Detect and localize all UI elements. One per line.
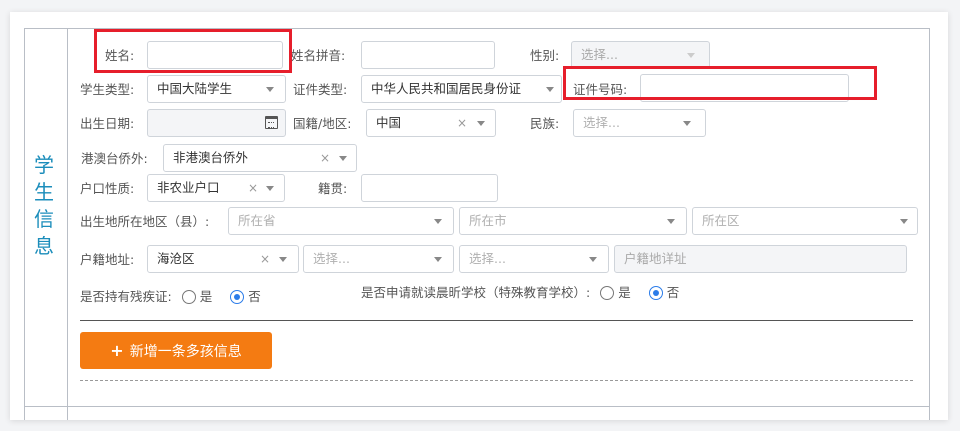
birthplace-city-placeholder: 所在市 — [469, 213, 507, 228]
nationality-value: 中国 — [376, 115, 402, 130]
gender-label: 性别: — [530, 48, 560, 63]
ethnicity-select[interactable]: 选择... — [573, 109, 706, 137]
chevron-down-icon — [667, 219, 675, 224]
chevron-down-icon — [900, 219, 908, 224]
clear-icon[interactable]: × — [320, 145, 330, 171]
disability-yes-radio[interactable] — [181, 290, 196, 304]
section-divider — [80, 320, 913, 321]
hukou-address-select-3-placeholder: 选择... — [469, 251, 506, 266]
hukou-address-select-3[interactable]: 选择... — [459, 245, 609, 273]
special-school-no-radio[interactable] — [648, 286, 663, 300]
add-child-label: 新增一条多孩信息 — [129, 344, 242, 360]
section-title: 学 生 信 息 — [28, 152, 60, 260]
highlight-box-name — [94, 29, 292, 73]
special-school-yes-radio[interactable] — [600, 286, 615, 300]
id-type-select[interactable]: 中华人民共和国居民身份证 — [361, 75, 562, 103]
section-title-char: 息 — [34, 234, 54, 258]
birthplace-district-placeholder: 所在区 — [702, 213, 740, 228]
id-type-label: 证件类型: — [293, 82, 348, 97]
hukou-address-label: 户籍地址: — [80, 252, 135, 267]
hukou-detail-input[interactable]: 户籍地详址 — [614, 245, 907, 273]
birthplace-district-select[interactable]: 所在区 — [692, 207, 918, 235]
student-type-select[interactable]: 中国大陆学生 — [147, 75, 286, 103]
chevron-down-icon — [683, 121, 691, 126]
grid-line — [24, 406, 930, 407]
special-school-no-label: 否 — [666, 285, 680, 300]
section-title-char: 信 — [34, 207, 54, 231]
overseas-label: 港澳台侨外: — [81, 151, 148, 166]
chevron-down-icon — [339, 156, 347, 161]
student-type-label: 学生类型: — [80, 82, 135, 97]
section-title-char: 学 — [34, 153, 54, 177]
dashed-divider — [80, 380, 913, 381]
grid-line — [929, 28, 930, 420]
chevron-down-icon — [266, 87, 274, 92]
disability-yes-label: 是 — [199, 289, 213, 304]
id-type-value: 中华人民共和国居民身份证 — [371, 81, 522, 96]
highlight-box-id-number — [563, 66, 877, 100]
grid-line — [24, 28, 25, 420]
hukou-type-select[interactable]: 非农业户口 × — [147, 174, 285, 202]
hukou-type-value: 非农业户口 — [157, 180, 220, 195]
section-title-char: 生 — [34, 180, 54, 204]
hukou-detail-placeholder: 户籍地详址 — [624, 251, 687, 266]
chevron-down-icon — [589, 257, 597, 262]
birth-date-input[interactable] — [147, 109, 286, 137]
overseas-value: 非港澳台侨外 — [173, 150, 249, 165]
pinyin-input[interactable] — [361, 41, 495, 69]
add-child-button[interactable]: + 新增一条多孩信息 — [80, 332, 272, 369]
birth-date-label: 出生日期: — [80, 116, 135, 131]
clear-icon[interactable]: × — [248, 175, 258, 201]
hukou-address-select[interactable]: 海沧区 × — [147, 245, 299, 273]
clear-icon[interactable]: × — [457, 110, 467, 136]
chevron-down-icon — [279, 257, 287, 262]
special-school-question: 是否申请就读晨昕学校（特殊教育学校）: 是 否 — [361, 285, 679, 301]
hukou-address-value: 海沧区 — [157, 251, 195, 266]
nationality-select[interactable]: 中国 × — [366, 109, 496, 137]
birthplace-province-placeholder: 所在省 — [238, 213, 276, 228]
hukou-address-select-2-placeholder: 选择... — [313, 251, 350, 266]
disability-label: 是否持有残疾证: — [80, 289, 172, 304]
grid-line — [67, 28, 68, 420]
hukou-type-label: 户口性质: — [80, 181, 135, 196]
student-type-value: 中国大陆学生 — [157, 81, 233, 96]
native-place-input[interactable] — [361, 174, 498, 202]
birthplace-province-select[interactable]: 所在省 — [228, 207, 454, 235]
chevron-down-icon — [477, 121, 485, 126]
chevron-down-icon — [687, 53, 695, 58]
special-school-yes-label: 是 — [618, 285, 631, 300]
clear-icon[interactable]: × — [260, 246, 270, 272]
chevron-down-icon — [434, 257, 442, 262]
gender-select[interactable]: 选择... — [571, 41, 710, 69]
birthplace-city-select[interactable]: 所在市 — [459, 207, 687, 235]
chevron-down-icon — [434, 219, 442, 224]
overseas-select[interactable]: 非港澳台侨外 × — [163, 144, 357, 172]
gender-placeholder: 选择... — [581, 47, 618, 62]
birthplace-label: 出生地所在地区（县）: — [80, 214, 210, 229]
chevron-down-icon — [546, 87, 554, 92]
hukou-address-select-2[interactable]: 选择... — [303, 245, 454, 273]
chevron-down-icon — [266, 186, 274, 191]
ethnicity-placeholder: 选择... — [583, 115, 620, 130]
nationality-label: 国籍/地区: — [293, 116, 352, 131]
pinyin-label: 姓名拼音: — [291, 48, 346, 63]
disability-no-radio[interactable] — [230, 290, 245, 304]
native-place-label: 籍贯: — [318, 181, 348, 196]
plus-icon: + — [110, 341, 124, 360]
disability-no-label: 否 — [248, 289, 261, 304]
special-school-label: 是否申请就读晨昕学校（特殊教育学校）: — [361, 285, 591, 300]
ethnicity-label: 民族: — [530, 116, 560, 131]
calendar-icon[interactable] — [265, 116, 278, 129]
disability-question: 是否持有残疾证: 是 否 — [80, 289, 261, 305]
